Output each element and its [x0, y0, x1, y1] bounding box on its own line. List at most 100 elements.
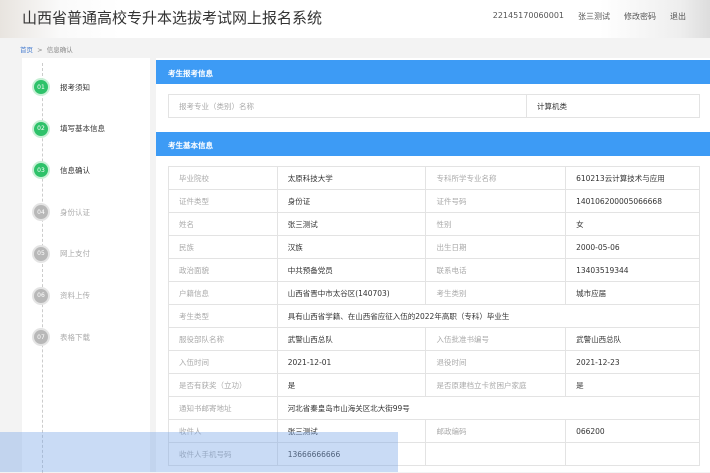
- step-label: 资料上传: [60, 291, 90, 300]
- step-label: 报考须知: [60, 82, 90, 92]
- table-row: 是否有获奖（立功）是是否原建档立卡贫困户家庭是: [168, 373, 700, 397]
- step-number-badge: 04: [34, 205, 48, 220]
- field-label: 服役部队名称: [168, 327, 278, 351]
- field-label: 收件人手机号码: [168, 442, 278, 466]
- step-item[interactable]: 03 信息确认: [34, 163, 90, 178]
- step-sidebar: 01 报考须知 02 填写基本信息 03 信息确认 04 身份认证 05 网上支付 06 资料上传 07…: [22, 58, 150, 473]
- field-label: 入伍时间: [168, 350, 278, 374]
- step-label: 表格下载: [60, 332, 90, 342]
- field-label: 户籍信息: [168, 281, 278, 305]
- field-label: 姓名: [168, 212, 278, 236]
- field-value: 13666666666: [276, 442, 427, 466]
- field-label: 收件人: [168, 419, 278, 443]
- header: 山西省普通高校专升本选拔考试网上报名系统 22145170060001 张三测试…: [0, 0, 710, 38]
- field-label: 联系电话: [425, 258, 567, 282]
- breadcrumb: 首页 > 信息确认: [0, 38, 710, 58]
- step-item[interactable]: 07 表格下载: [34, 330, 90, 345]
- field-value: 140106200005066668: [565, 189, 700, 213]
- table-row: 考生类型 具有山西省学籍、在山西省应征入伍的2022年高职（专科）毕业生: [168, 304, 701, 328]
- breadcrumb-home[interactable]: 首页: [20, 46, 33, 54]
- field-value: 是: [565, 373, 700, 397]
- field-value: 身份证: [276, 189, 427, 213]
- app-title: 山西省普通高校专升本选拔考试网上报名系统: [22, 9, 323, 27]
- step-item[interactable]: 01 报考须知: [34, 80, 90, 94]
- section-header-basic: 考生基本信息: [156, 132, 710, 156]
- field-label: 证件号码: [425, 189, 567, 213]
- step-item[interactable]: 06 资料上传: [34, 288, 90, 303]
- table-row: 毕业院校 太原科技大学 专科所学专业名称 610213云计算技术与应用: [168, 166, 700, 190]
- field-label: 通知书邮寄地址: [168, 396, 278, 420]
- table-row: 报考专业（类别）名称 计算机类: [168, 94, 700, 118]
- field-value: 中共预备党员: [276, 258, 427, 282]
- step-item[interactable]: 05 网上支付: [34, 246, 90, 261]
- field-label: 考生类型: [168, 304, 278, 328]
- field-label: 是否有获奖（立功）: [168, 373, 278, 397]
- step-label: 身份认证: [60, 207, 90, 217]
- step-number-badge: 02: [34, 121, 48, 136]
- basic-info-table: 毕业院校 太原科技大学 专科所学专业名称 610213云计算技术与应用 证件类型 身份证证…: [168, 166, 701, 466]
- user-id: 22145170060001: [492, 11, 564, 20]
- field-label: 报考专业（类别）名称: [168, 94, 527, 118]
- step-item[interactable]: 02 填写基本信息: [34, 121, 105, 136]
- field-label: 民族: [168, 235, 278, 259]
- step-label: 网上支付: [60, 249, 90, 259]
- step-number-badge: 03: [34, 163, 48, 178]
- field-label: 邮政编码: [425, 419, 567, 443]
- field-value: 张三测试: [276, 419, 427, 443]
- table-row: 证件类型 身份证 证件号码 140106200005066668: [168, 189, 700, 213]
- field-label: 退役时间: [425, 350, 567, 374]
- field-value: 610213云计算技术与应用: [565, 166, 700, 190]
- field-label: 毕业院校: [168, 166, 278, 190]
- user-name: 张三测试: [578, 12, 610, 21]
- table-row: 收件人手机号码 13666666666: [168, 442, 700, 466]
- step-number-badge: 07: [34, 330, 48, 345]
- field-value: 城市应届: [565, 281, 700, 305]
- table-row: 通知书邮寄地址 河北省秦皇岛市山海关区北大街99号: [168, 396, 701, 420]
- breadcrumb-current: 信息确认: [46, 46, 73, 54]
- change-password-link[interactable]: 修改密码: [624, 11, 656, 22]
- logout-link[interactable]: 退出: [670, 11, 686, 22]
- apply-info-table: 报考专业（类别）名称 计算机类: [168, 94, 700, 118]
- table-row: 民族 汉族 出生日期 2000-05-06: [168, 235, 700, 259]
- field-label: 性别: [425, 212, 567, 236]
- field-value: 汉族: [276, 235, 427, 259]
- field-value: 女: [565, 212, 700, 236]
- field-value: 具有山西省学籍、在山西省应征入伍的2022年高职（专科）毕业生: [276, 304, 701, 328]
- field-label: 政治面貌: [168, 258, 278, 282]
- step-label: 填写基本信息: [60, 124, 105, 134]
- table-row: 政治面貌 中共预备党员 联系电话 13403519344: [168, 258, 700, 282]
- section-header-apply: 考生报考信息: [156, 60, 710, 84]
- field-value: 计算机类: [526, 94, 700, 118]
- field-value: [565, 442, 700, 466]
- field-value: 066200: [565, 419, 700, 443]
- field-label: 专科所学专业名称: [425, 166, 567, 190]
- step-number-badge: 01: [34, 80, 48, 94]
- table-row: 收件人 张三测试 邮政编码 066200: [168, 419, 700, 443]
- step-number-badge: 06: [34, 288, 48, 303]
- field-label: [425, 442, 567, 466]
- table-row: 户籍信息 山西省晋中市太谷区(140703) 考生类别 城市应届: [168, 281, 700, 305]
- field-value: 2021-12-01: [276, 350, 427, 374]
- field-value: 山西省晋中市太谷区(140703): [276, 281, 427, 305]
- field-label: 考生类别: [425, 281, 567, 305]
- breadcrumb-separator: >: [37, 46, 43, 54]
- step-number-badge: 05: [34, 246, 48, 261]
- table-row: 入伍时间 2021-12-01 退役时间 2021-12-23: [168, 350, 700, 374]
- field-label: 出生日期: [425, 235, 567, 259]
- field-value: 河北省秦皇岛市山海关区北大街99号: [276, 396, 701, 420]
- main-content: 考生报考信息 报考专业（类别）名称 计算机类 考生基本信息 毕业院校 太原科技大学…: [156, 58, 710, 472]
- step-label: 信息确认: [60, 165, 90, 175]
- field-value: 张三测试: [276, 212, 427, 236]
- field-value: 13403519344: [565, 258, 700, 282]
- field-value: 2021-12-23: [565, 350, 700, 374]
- table-row: 服役部队名称 武警山西总队 入伍批准书编号 武警山西总队: [168, 327, 700, 351]
- field-value: 武警山西总队: [565, 327, 700, 351]
- table-row: 姓名 张三测试 性别女: [168, 212, 700, 236]
- field-value: 2000-05-06: [565, 235, 700, 259]
- field-label: 证件类型: [168, 189, 278, 213]
- step-item[interactable]: 04 身份认证: [34, 205, 90, 220]
- field-value: 太原科技大学: [276, 166, 427, 190]
- field-value: 武警山西总队: [276, 327, 427, 351]
- field-label: 入伍批准书编号: [425, 327, 567, 351]
- field-value: 是: [276, 373, 427, 397]
